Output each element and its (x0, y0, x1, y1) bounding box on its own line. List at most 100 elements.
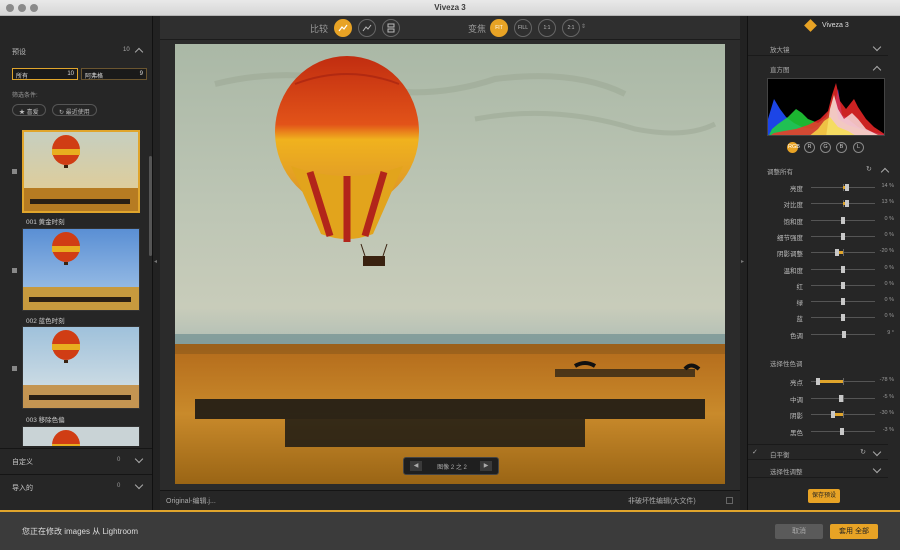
favorite-marker-icon[interactable] (12, 268, 17, 273)
expand-white-balance-icon[interactable] (872, 447, 882, 457)
filter-all-count: 10 (67, 71, 74, 77)
slider-row[interactable]: 细节强度 0 % (748, 229, 900, 243)
preset-thumbnail[interactable] (22, 130, 140, 213)
slider-row[interactable]: 绿 0 % (748, 294, 900, 308)
filter-ajar-count: 9 (139, 71, 143, 77)
filter-ajar-label: 阿弗格 (85, 74, 104, 80)
expand-loupe-icon[interactable] (872, 42, 882, 52)
slider-row[interactable]: 黑色 -3 % (748, 424, 900, 438)
collapse-left-icon[interactable]: ◂ (154, 258, 157, 265)
slider-handle[interactable] (834, 249, 839, 257)
imported-label: 导入的 (12, 485, 33, 492)
slider-handle[interactable] (840, 427, 845, 435)
slider-row[interactable]: 阴影 -30 % (748, 407, 900, 421)
collapse-histogram-icon[interactable] (872, 65, 882, 75)
previous-image-button[interactable]: ◀ (410, 461, 422, 471)
zoom-stepper-icon[interactable]: ⇕ (581, 23, 586, 30)
slider-handle[interactable] (841, 216, 845, 224)
channel-b-button[interactable]: B (836, 142, 847, 153)
favorite-marker-icon[interactable] (12, 169, 17, 174)
loupe-section[interactable]: 放大镜 (748, 40, 888, 56)
slider-handle[interactable] (839, 394, 844, 402)
preset-list-scrollbar[interactable] (149, 156, 152, 256)
slider-row[interactable]: 对比度 13 % (748, 196, 900, 210)
slider-label: 红 (796, 283, 804, 291)
apply-all-button[interactable]: 套用 全部 (830, 524, 878, 539)
next-image-button[interactable]: ▶ (480, 461, 492, 471)
channel-rgb-button[interactable]: RGB (787, 142, 800, 153)
imported-section[interactable]: 导入的 0 (0, 474, 152, 496)
slider-handle[interactable] (842, 330, 847, 338)
zoom-1-1-button[interactable]: 1:1 (538, 19, 556, 37)
slider-handle[interactable] (841, 281, 845, 289)
slider-value: 13 % (881, 199, 894, 206)
channel-l-button[interactable]: L (853, 142, 864, 153)
slider-value: 14 % (881, 183, 894, 189)
channel-r-button[interactable]: R (804, 142, 815, 153)
channel-g-button[interactable]: G (820, 142, 831, 153)
slider-row[interactable]: 饱和度 0 % (748, 213, 900, 227)
right-panel-splitter[interactable]: ▸ (740, 16, 747, 510)
slider-handle[interactable] (841, 265, 845, 273)
slider-handle[interactable] (816, 378, 821, 385)
selective-adjust-section[interactable]: 选择性调整 (748, 462, 888, 478)
expand-selective-adjust-icon[interactable] (872, 464, 882, 474)
histogram-section[interactable]: 直方图 (748, 60, 888, 76)
slider-row[interactable]: 亮度 14 % (748, 180, 900, 194)
slider-row[interactable]: 红 0 % (748, 278, 900, 292)
slider-row[interactable]: 温和度 0 % (748, 262, 900, 276)
compare-side-by-side-icon[interactable] (382, 19, 400, 37)
slider-row[interactable]: 亮点 -78 % (748, 374, 900, 388)
slider-handle[interactable] (845, 184, 850, 191)
filter-ajar[interactable]: 阿弗格 9 (81, 68, 147, 80)
preset-label: 003 移除色偏 (26, 417, 65, 424)
slider-handle[interactable] (841, 298, 845, 306)
favorite-filter-pill[interactable]: ★ 喜爱 (12, 104, 46, 116)
zoom-2-1-button[interactable]: 2:1 (562, 19, 580, 37)
zoom-label: 变焦 (468, 24, 487, 34)
filter-all[interactable]: 所有 10 (12, 68, 78, 80)
preset-thumbnail[interactable] (22, 228, 140, 311)
slider-center-tick (843, 249, 844, 257)
custom-count: 0 (117, 457, 121, 463)
slider-handle[interactable] (841, 314, 845, 322)
reset-white-balance-icon[interactable]: ↻ (860, 448, 866, 456)
white-balance-section[interactable]: ✓ 白平衡 ↻ (748, 444, 888, 460)
save-preset-button[interactable]: 保存预设 (808, 489, 840, 503)
bottom-bar: 您正在修改 images 从 Lightroom 取消 套用 全部 (0, 510, 900, 550)
slider-row[interactable]: 阴影调整 -20 % (748, 245, 900, 259)
custom-section[interactable]: 自定义 0 (0, 448, 152, 470)
preset-thumbnail[interactable] (22, 426, 140, 446)
histogram-graph (768, 83, 884, 135)
left-panel-splitter[interactable]: ◂ (153, 16, 160, 510)
slider-handle[interactable] (841, 232, 845, 240)
compare-split-view-icon[interactable] (358, 19, 376, 37)
expand-custom-icon[interactable] (134, 454, 144, 464)
zoom-fit-button[interactable]: FIT (490, 19, 508, 37)
favorite-marker-icon[interactable] (12, 366, 17, 371)
recent-filter-pill[interactable]: ↻ 最近使用 (52, 104, 97, 116)
slider-label: 饱和度 (783, 218, 804, 226)
main-photo-preview[interactable] (175, 44, 725, 484)
collapse-adjust-all-icon[interactable] (880, 167, 890, 177)
slider-row[interactable]: 中调 -5 % (748, 391, 900, 405)
expand-imported-icon[interactable] (134, 480, 144, 490)
preset-thumbnail[interactable] (22, 326, 140, 409)
collapse-presets-icon[interactable] (134, 47, 144, 57)
slider-label: 亮点 (790, 380, 803, 387)
zoom-fill-button[interactable]: FILL (514, 19, 532, 37)
preview-area: 比较 变焦 FIT FILL 1:1 2:1 ⇕ ◀ 图像 2 之 2 ▶ Or… (160, 16, 740, 510)
reset-adjustments-icon[interactable]: ↻ (866, 165, 872, 173)
presets-header[interactable]: 预设 (12, 47, 26, 57)
compare-single-view-icon[interactable] (334, 19, 352, 37)
collapse-right-icon[interactable]: ▸ (741, 258, 744, 265)
slider-row[interactable]: 色调 9 ° (748, 327, 900, 341)
white-balance-check-icon[interactable]: ✓ (752, 448, 758, 456)
nondestructive-edit-checkbox[interactable] (726, 497, 733, 504)
cancel-button[interactable]: 取消 (775, 524, 823, 539)
slider-handle[interactable] (831, 411, 836, 418)
slider-handle[interactable] (845, 200, 850, 208)
slider-label: 中调 (790, 396, 803, 404)
slider-row[interactable]: 蓝 0 % (748, 310, 900, 324)
viveza-logo-icon (804, 19, 817, 32)
